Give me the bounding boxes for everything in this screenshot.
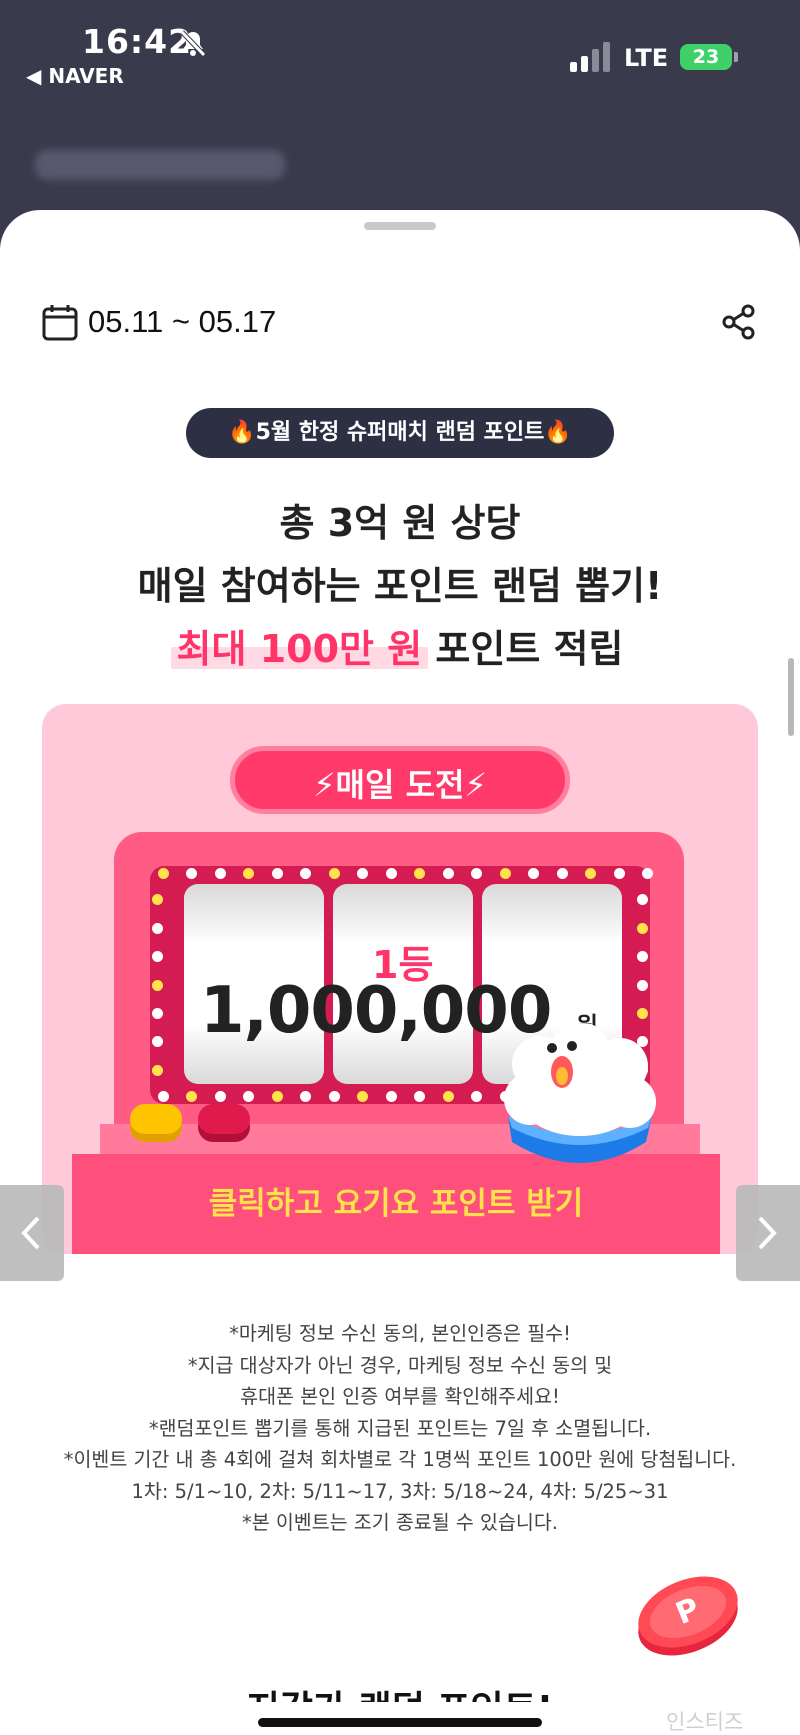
marquee-bulb (499, 868, 511, 879)
marquee-bulb (152, 922, 163, 934)
note-line: *이벤트 기간 내 총 4회에 걸쳐 회차별로 각 1명씩 포인트 100만 원… (63, 1448, 737, 1471)
bell-muted-icon (180, 30, 206, 57)
marquee-bulb (328, 1091, 340, 1102)
note-line: 휴대폰 본인 인증 여부를 확인해주세요! (240, 1385, 560, 1408)
marquee-bulb (152, 1007, 163, 1019)
mascot-character (504, 1024, 656, 1163)
marquee-bulb (442, 1091, 454, 1102)
note-line: 1차: 5/1~10, 2차: 5/11~17, 3차: 5/18~24, 4차… (131, 1479, 669, 1503)
marquee-bulb (642, 868, 653, 879)
headline-total: 총 3억 원 상당 (279, 501, 521, 545)
daily-challenge-pill: ⚡매일 도전⚡ (230, 746, 570, 814)
marquee-bulb (214, 1091, 226, 1102)
marquee-bulb (637, 1007, 648, 1019)
note-line: *본 이벤트는 조기 종료될 수 있습니다. (241, 1511, 559, 1534)
prize-amount: 1,000,000 (200, 974, 552, 1048)
network-type: LTE (624, 44, 669, 72)
battery-nub (734, 52, 738, 62)
note-line: *지급 대상자가 아닌 경우, 마케팅 정보 수신 동의 및 (187, 1353, 613, 1377)
calendar-icon (42, 305, 78, 341)
watermark: 인스티즈 (666, 1710, 744, 1734)
headline-max-rest: 포인트 적립 (422, 627, 624, 671)
marquee-bulb (385, 868, 397, 879)
next-section-title-text: 지갑가 랜덤 포인트! (205, 1680, 595, 1702)
claim-points-button[interactable]: 클릭하고 요기요 포인트 받기 (72, 1174, 720, 1234)
marquee-bulb (637, 979, 648, 991)
event-date-range: 05.11 ~ 05.17 (88, 304, 277, 339)
marquee-bulb (328, 868, 340, 879)
note-line: *랜덤포인트 뽑기를 통해 지급된 포인트는 7일 후 소멸됩니다. (148, 1416, 652, 1440)
battery-level: 23 (680, 44, 732, 70)
marquee-bulb (158, 1091, 169, 1102)
red-arcade-button (198, 1104, 250, 1134)
next-section-title: 지갑가 랜덤 포인트! (205, 1662, 595, 1702)
headline-max: 최대 100만 원 포인트 적립 (0, 618, 800, 673)
marquee-bulb (385, 1091, 397, 1102)
event-notes: *마케팅 정보 수신 동의, 본인인증은 필수! *지급 대상자가 아닌 경우,… (0, 1318, 800, 1539)
back-to-app-link[interactable]: ◀ NAVER (26, 64, 124, 88)
marquee-bulb (613, 868, 625, 879)
marquee-bulb (442, 868, 454, 879)
yellow-arcade-button (130, 1104, 182, 1134)
marquee-bulb (271, 868, 283, 879)
note-line: *마케팅 정보 수신 동의, 본인인증은 필수! (229, 1322, 571, 1345)
chevron-right-icon (758, 1216, 777, 1250)
slot-machine-banner[interactable]: ⚡매일 도전⚡ 1등 1,000,000 원 클릭하고 요기요 포인트 받기 (42, 704, 758, 1254)
promo-badge: 🔥5월 한정 슈퍼매치 랜덤 포인트🔥 (186, 408, 614, 458)
marquee-bulb (152, 979, 163, 991)
carousel-prev-button[interactable] (0, 1185, 64, 1281)
event-date-row: 05.11 ~ 05.17 (42, 300, 276, 344)
headline-max-highlight: 최대 100만 원 (170, 618, 428, 673)
marquee-bulb (152, 1064, 163, 1076)
sheet-drag-handle[interactable] (364, 222, 436, 230)
event-sheet: 05.11 ~ 05.17 🔥5월 한정 슈퍼매치 랜덤 포인트🔥 총 3억 원… (0, 210, 800, 1735)
marquee-bulb (585, 868, 597, 879)
chevron-left-icon (21, 1216, 40, 1250)
carousel-next-button[interactable] (736, 1185, 800, 1281)
blurred-page-title (35, 150, 285, 180)
headline-daily: 매일 참여하는 포인트 랜덤 뽑기! (137, 564, 663, 608)
marquee-bulb (158, 868, 169, 879)
share-icon[interactable] (720, 303, 758, 341)
point-coin-button[interactable]: P (632, 1568, 744, 1658)
marquee-bulb (214, 868, 226, 879)
marquee-bulb (556, 868, 568, 879)
home-indicator[interactable] (258, 1718, 542, 1727)
marquee-bulb (637, 922, 648, 934)
signal-icon (570, 42, 610, 72)
status-bar: 16:42 ◀ NAVER LTE 23 (0, 0, 800, 210)
scrollbar[interactable] (788, 658, 794, 736)
status-time: 16:42 (82, 22, 193, 61)
marquee-bulb (271, 1091, 283, 1102)
